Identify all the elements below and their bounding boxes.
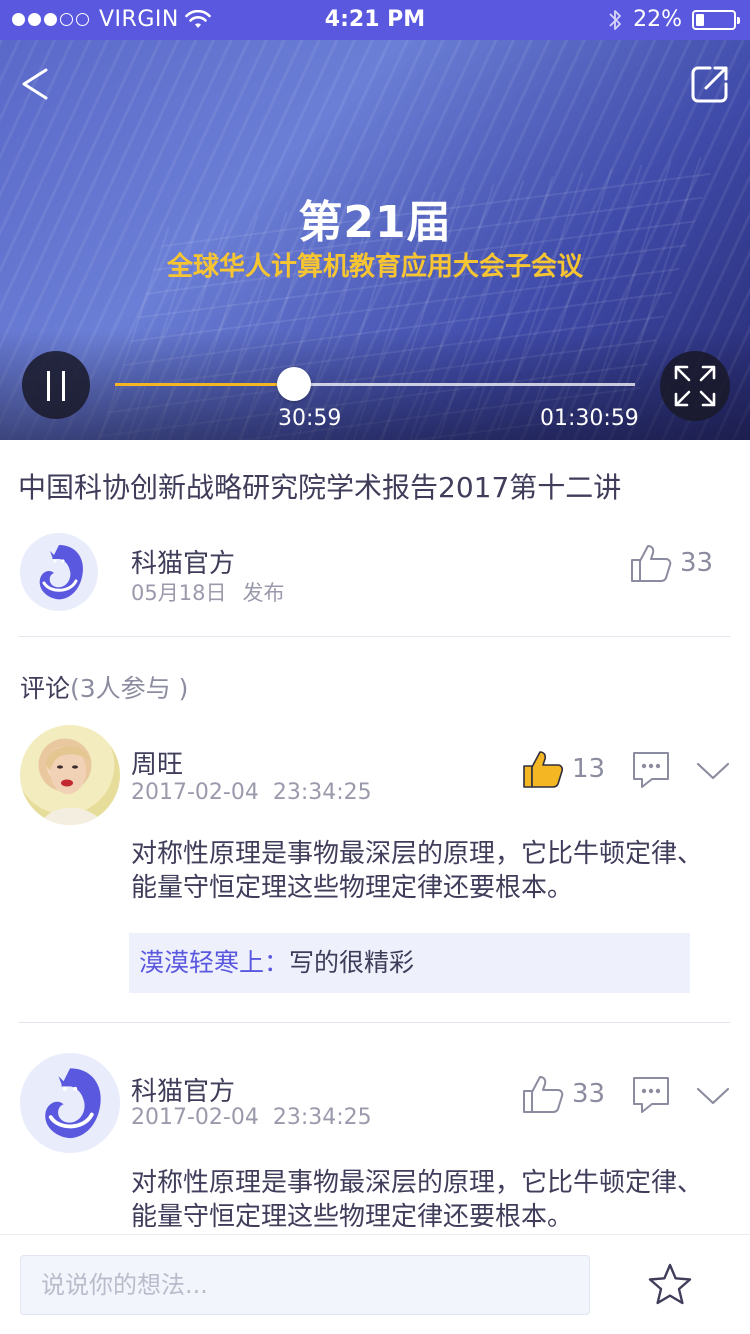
comment-date: 2017-02-04 [131,780,259,805]
user-photo-icon [40,746,104,825]
bottom-bar [0,1234,750,1334]
video-title-main: 第21届 [298,197,452,248]
author-name[interactable]: 科猫官方 [131,543,235,580]
publish-date: 05月18日 [131,581,227,605]
reply-author[interactable]: 漠漠轻寒上 [139,948,264,977]
current-time: 30:59 [278,406,342,431]
comment-time: 23:34:25 [272,780,372,805]
pause-button[interactable] [22,351,90,419]
comments-section-title: 评论(3人参与 ) [20,669,188,705]
status-bar: VIRGIN 4:21 PM 22% [0,0,750,40]
comment-reply[interactable]: 漠漠轻寒上：写的很精彩 [129,933,690,993]
reply-bubble-icon[interactable] [630,1074,672,1114]
comment-author[interactable]: 科猫官方 [131,1071,235,1108]
comment-timestamp: 2017-02-04 23:34:25 [131,780,372,805]
video-player[interactable]: 第21届 全球华人计算机教育应用大会子会议 30:59 01:30:59 [0,40,750,440]
reply-text: 写的很精彩 [289,948,415,977]
reply-separator: ： [264,948,290,977]
author-avatar[interactable] [20,533,98,611]
progress-fill [115,383,294,386]
pause-icon [47,371,50,401]
comment-avatar[interactable] [20,725,120,825]
comment-text: 对称性原理是事物最深层的原理，它比牛顿定律、能量守恒定理这些物理定律还要根本。 [131,839,704,903]
publish-info: 05月18日 发布 [131,577,284,607]
progress-bar[interactable] [115,367,635,401]
comment-time: 23:34:25 [272,1105,372,1130]
article-like-count: 33 [680,548,714,578]
thumbs-up-filled-icon [523,751,564,788]
comment-avatar[interactable] [20,1053,120,1153]
comment-date: 2017-02-04 [131,1105,259,1130]
bluetooth-icon [609,9,621,30]
article-title: 中国科协创新战略研究院学术报告2017第十二讲 [18,471,622,504]
comment-text: 对称性原理是事物最深层的原理，它比牛顿定律、能量守恒定理这些物理定律还要根本。 [131,1168,704,1232]
cat-logo-icon [45,1068,101,1139]
article-like-button[interactable]: 33 [630,543,713,583]
video-title-sub: 全球华人计算机教育应用大会子会议 [166,252,583,282]
thumbs-up-icon [631,545,672,582]
divider [18,1022,730,1023]
battery-percent: 22% [633,7,682,32]
fullscreen-button[interactable] [660,351,730,421]
share-icon[interactable] [690,64,730,104]
status-right: 22% [607,7,740,32]
reply-bubble-icon[interactable] [630,749,672,789]
cat-logo-icon [39,545,84,600]
pause-icon-bar [62,371,65,401]
fullscreen-icon [674,365,716,407]
publish-label: 发布 [242,581,285,605]
comments-participants: (3人参与 ) [70,674,189,703]
battery-icon [692,9,740,30]
comment-input[interactable] [20,1255,590,1315]
star-icon[interactable] [646,1261,694,1309]
progress-thumb[interactable] [276,367,311,401]
chevron-down-icon[interactable] [696,760,730,782]
comment-timestamp: 2017-02-04 23:34:25 [131,1105,372,1130]
chevron-down-icon[interactable] [696,1085,730,1107]
total-time: 01:30:59 [540,406,639,431]
comment-like-count: 13 [572,754,606,784]
comments-label: 评论 [20,674,71,703]
comment-like-button[interactable]: 13 [522,749,605,789]
comment-like-count: 33 [572,1079,606,1109]
back-arrow-icon[interactable] [18,66,52,102]
comment-author[interactable]: 周旺 [131,744,183,781]
comment-like-button[interactable]: 33 [522,1074,605,1114]
thumbs-up-icon [523,1076,564,1113]
divider [18,636,730,637]
